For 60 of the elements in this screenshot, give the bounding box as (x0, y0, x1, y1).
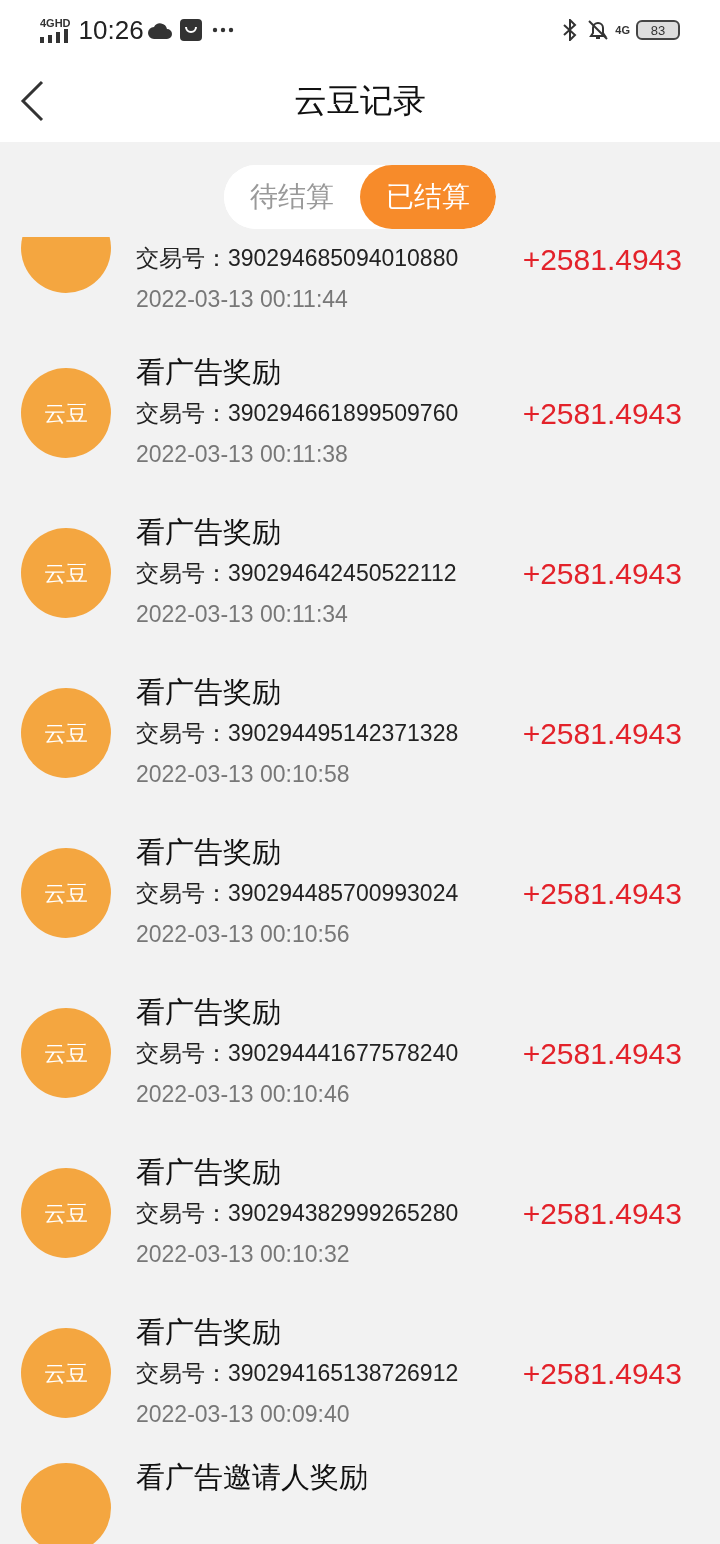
mobile-data-label: 4G (615, 22, 630, 38)
transaction-label: 交易号： (136, 559, 228, 588)
record-title: 看广告奖励 (136, 1315, 282, 1350)
amount: +2581.4943 (522, 242, 682, 278)
avatar-label: 云豆 (44, 559, 88, 588)
amount: +2581.4943 (522, 395, 682, 432)
avatar-label: 云豆 (44, 1359, 88, 1388)
record-time: 2022-03-13 00:11:38 (136, 440, 349, 469)
transaction-number: 390294441677578240 (228, 1039, 459, 1068)
network-label: 4GHD (40, 17, 71, 29)
transaction-number: 390294165138726912 (228, 1359, 459, 1388)
avatar-label: 云豆 (44, 719, 88, 748)
back-icon[interactable] (20, 80, 44, 122)
amount: +2581.4943 (522, 715, 682, 752)
tab[interactable]: 已结算 (360, 165, 496, 229)
more-icon (211, 27, 234, 33)
avatar-label: 云豆 (44, 1039, 88, 1068)
transaction-label: 交易号： (136, 244, 228, 273)
transaction-number: 390294382999265280 (228, 1199, 459, 1228)
battery-level: 83 (650, 23, 666, 37)
amount: +2581.4943 (522, 555, 682, 592)
amount: +2581.4943 (522, 875, 682, 912)
record-time: 2022-03-13 00:10:56 (136, 920, 351, 949)
record-title: 看广告邀请人奖励 (136, 1460, 369, 1495)
transaction-number: 390294495142371328 (228, 719, 459, 748)
clock: 10:26 (78, 13, 144, 47)
bluetooth-icon (563, 19, 578, 41)
transaction-label: 交易号： (136, 1039, 228, 1068)
transaction-number: 390294485700993024 (228, 879, 459, 908)
transaction-label: 交易号： (136, 1199, 228, 1228)
amount: +2581.4943 (522, 1035, 682, 1072)
record-time: 2022-03-13 00:09:40 (136, 1400, 351, 1429)
record-title: 看广告奖励 (136, 995, 282, 1030)
record-time: 2022-03-13 00:11:44 (136, 285, 349, 314)
record-title: 看广告奖励 (136, 515, 282, 550)
transaction-number: 390294685094010880 (228, 244, 459, 273)
amount: +2581.4943 (522, 1195, 682, 1232)
record-time: 2022-03-13 00:10:46 (136, 1080, 351, 1109)
cloud-icon (147, 21, 172, 39)
transaction-label: 交易号： (136, 399, 228, 428)
bag-icon (179, 19, 202, 41)
record-title: 看广告奖励 (136, 355, 282, 390)
record-time: 2022-03-13 00:10:58 (136, 760, 351, 789)
record-title: 看广告奖励 (136, 675, 282, 710)
avatar-label: 云豆 (44, 1199, 88, 1228)
transaction-label: 交易号： (136, 1359, 228, 1388)
record-title: 看广告奖励 (136, 1155, 282, 1190)
record-title: 看广告奖励 (136, 835, 282, 870)
page-title: 云豆记录 (294, 81, 426, 122)
record-time: 2022-03-13 00:11:34 (136, 600, 349, 629)
transaction-number: 390294642450522112 (228, 559, 457, 588)
avatar-label: 云豆 (44, 879, 88, 908)
avatar-label: 云豆 (44, 399, 88, 428)
transaction-label: 交易号： (136, 879, 228, 908)
record-time: 2022-03-13 00:10:32 (136, 1240, 351, 1269)
transaction-number: 390294661899509760 (228, 399, 459, 428)
muted-bell-icon (587, 19, 610, 41)
transaction-label: 交易号： (136, 719, 228, 748)
signal-icon (40, 28, 71, 43)
amount: +2581.4943 (522, 1355, 682, 1392)
